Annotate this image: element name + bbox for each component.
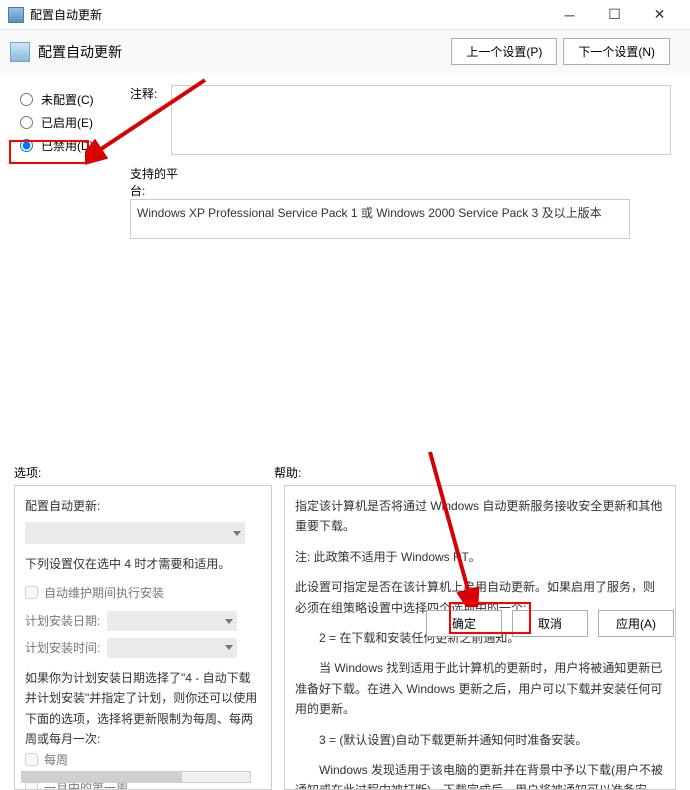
window-title: 配置自动更新 xyxy=(30,6,547,23)
platform-label: 支持的平台: xyxy=(130,165,192,199)
radio-label: 未配置(C) xyxy=(41,91,94,108)
schedule-time-row: 计划安装时间: xyxy=(25,638,261,658)
minimize-button[interactable]: ─ xyxy=(547,0,592,30)
schedule-time-label: 计划安装时间: xyxy=(25,638,105,658)
cb-weekly[interactable]: 每周 xyxy=(25,750,261,770)
radio-not-configured[interactable]: 未配置(C) xyxy=(20,91,100,108)
comment-textarea[interactable] xyxy=(171,85,671,155)
schedule-date-row: 计划安装日期: xyxy=(25,611,261,631)
radio-label: 已启用(E) xyxy=(41,114,93,131)
header-title: 配置自动更新 xyxy=(38,42,451,62)
options-panel-title: 配置自动更新: xyxy=(25,496,261,516)
help-p6: 3 = (默认设置)自动下载更新并通知何时准备安装。 xyxy=(295,730,665,750)
cancel-button[interactable]: 取消 xyxy=(512,610,588,637)
radio-label: 已禁用(D) xyxy=(41,137,94,154)
comment-area: 注释: 支持的平台: Windows XP Professional Servi… xyxy=(130,73,690,239)
help-p1: 指定该计算机是否将通过 Windows 自动更新服务接收安全更新和其他重要下载。 xyxy=(295,496,665,537)
next-setting-button[interactable]: 下一个设置(N) xyxy=(563,38,670,65)
options-paragraph: 如果你为计划安装日期选择了"4 - 自动下载并计划安装"并指定了计划，则你还可以… xyxy=(25,668,261,750)
options-label: 选项: xyxy=(14,464,274,481)
state-radio-group: 未配置(C) 已启用(E) 已禁用(D) xyxy=(0,73,110,154)
platform-text: Windows XP Professional Service Pack 1 或… xyxy=(130,199,630,239)
help-p2: 注: 此政策不适用于 Windows RT。 xyxy=(295,547,665,567)
schedule-date-dropdown[interactable] xyxy=(107,611,237,631)
maximize-button[interactable]: ☐ xyxy=(592,0,637,30)
radio-enabled[interactable]: 已启用(E) xyxy=(20,114,100,131)
help-p7: Windows 发现适用于该电脑的更新并在背景中予以下载(用户不被通知或在此过程… xyxy=(295,760,665,790)
close-button[interactable]: ✕ xyxy=(637,0,682,30)
schedule-time-dropdown[interactable] xyxy=(107,638,237,658)
cb-maintenance-install[interactable]: 自动维护期间执行安装 xyxy=(25,583,261,603)
app-icon xyxy=(8,7,24,23)
apply-button[interactable]: 应用(A) xyxy=(598,610,674,637)
schedule-date-label: 计划安装日期: xyxy=(25,611,105,631)
titlebar: 配置自动更新 ─ ☐ ✕ xyxy=(0,0,690,30)
comment-label: 注释: xyxy=(130,85,168,102)
policy-icon xyxy=(10,42,30,62)
options-panel: 配置自动更新: 下列设置仅在选中 4 时才需要和适用。 自动维护期间执行安装 计… xyxy=(14,485,272,790)
note-text: 下列设置仅在选中 4 时才需要和适用。 xyxy=(25,554,261,574)
help-panel: 指定该计算机是否将通过 Windows 自动更新服务接收安全更新和其他重要下载。… xyxy=(284,485,676,790)
header: 配置自动更新 上一个设置(P) 下一个设置(N) xyxy=(0,30,690,73)
horizontal-scrollbar[interactable] xyxy=(21,771,251,783)
ok-button[interactable]: 确定 xyxy=(426,610,502,637)
update-mode-dropdown[interactable] xyxy=(25,522,245,544)
radio-disabled[interactable]: 已禁用(D) xyxy=(20,137,100,154)
help-p5: 当 Windows 找到适用于此计算机的更新时，用户将被通知更新已准备好下载。在… xyxy=(295,658,665,719)
prev-setting-button[interactable]: 上一个设置(P) xyxy=(451,38,557,65)
footer-buttons: 确定 取消 应用(A) xyxy=(426,610,674,637)
help-label: 帮助: xyxy=(274,464,301,481)
